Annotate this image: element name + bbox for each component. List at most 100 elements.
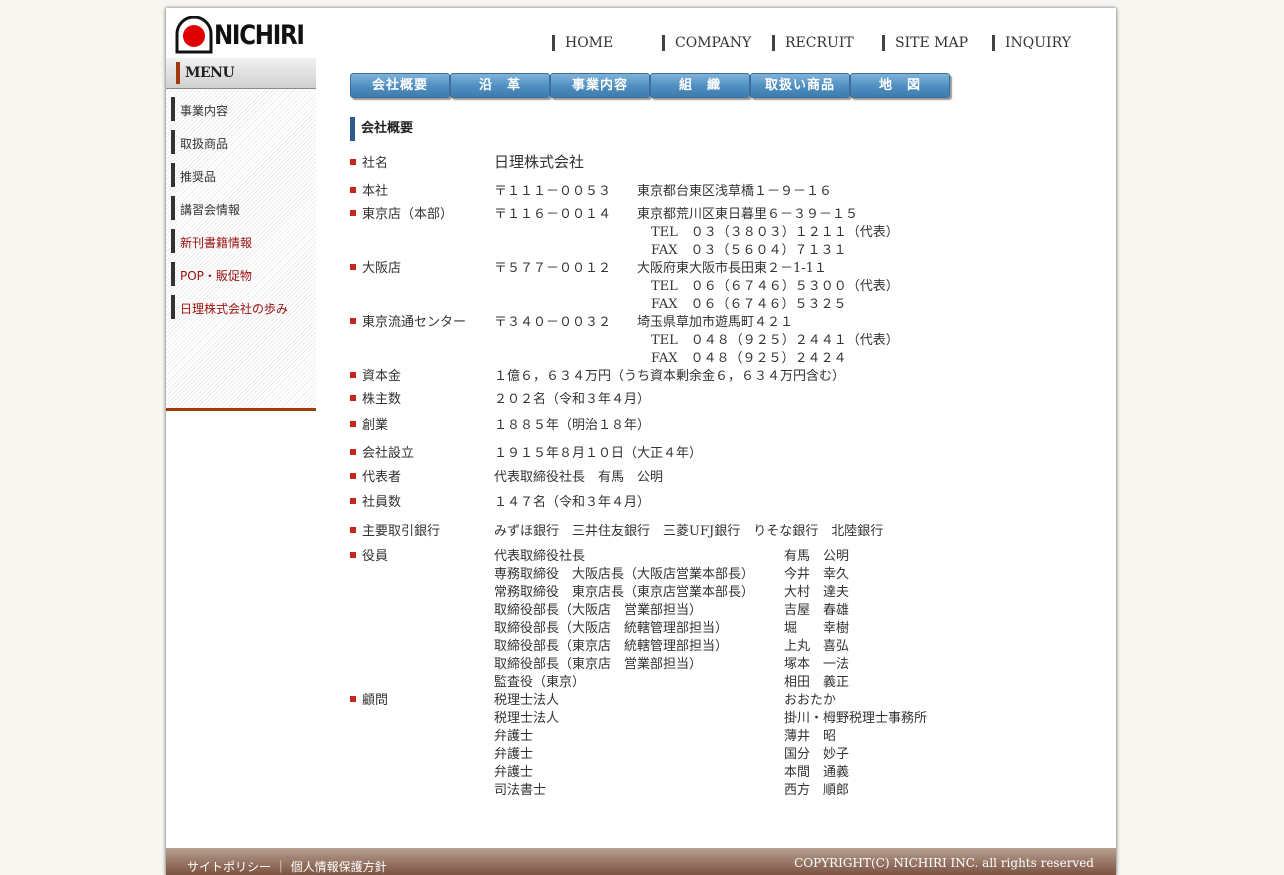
tab-company-overview[interactable]: 会社概要 [350, 73, 450, 98]
info-key: 東京流通センター [362, 315, 467, 330]
sidebar-item-bar [171, 262, 175, 286]
info-key: 顧問 [362, 693, 389, 708]
bullet-marker-icon [350, 372, 356, 378]
topnav-company[interactable]: COMPANY [662, 35, 751, 51]
officer-title: 専務取締役 大阪店長（大阪店営業本部長） [494, 567, 755, 582]
officer-title: 代表取締役社長 [494, 549, 586, 564]
sidebar-item-history[interactable]: 日理株式会社の歩み [171, 295, 311, 319]
address: 大阪府東大阪市長田東２－1-1１ [637, 261, 827, 276]
info-key: 創業 [362, 418, 389, 433]
sidebar-item-label: 取扱商品 [180, 137, 229, 151]
sidebar-item-bar [171, 295, 175, 319]
address: 東京都台東区浅草橋１－９－１６ [637, 184, 833, 199]
info-value: １億６，６３４万円（うち資本剰余金６，６３４万円含む） [494, 369, 846, 384]
bullet-marker-icon [350, 696, 356, 702]
sidebar-item-bar [171, 97, 175, 121]
footer-links[interactable]: サイトポリシー ｜ 個人情報保護方針 [187, 858, 387, 875]
info-key: 代表者 [362, 470, 402, 485]
menu-accent-bar [176, 62, 180, 84]
advisor-type: 税理士法人 [494, 711, 560, 726]
sidebar-item-bar [171, 196, 175, 220]
bullet-marker-icon [350, 187, 356, 193]
bullet-marker-icon [350, 264, 356, 270]
advisor-name: 国分 妙子 [784, 747, 850, 762]
topnav-home[interactable]: HOME [552, 35, 613, 51]
info-value: １９１５年８月１０日（大正４年） [494, 446, 703, 461]
topnav-sitemap[interactable]: SITE MAP [882, 35, 968, 51]
sidebar-item-seminars[interactable]: 講習会情報 [171, 196, 311, 220]
advisor-type: 弁護士 [494, 729, 534, 744]
nichiri-logo[interactable]: NICHIRI [174, 15, 305, 54]
tab-organization[interactable]: 組 織 [650, 73, 750, 98]
sidebar-item-new-books[interactable]: 新刊書籍情報 [171, 229, 311, 253]
sidebar-item-label: POP・販促物 [180, 269, 252, 283]
info-value: ２０２名（令和３年４月） [494, 392, 651, 407]
copyright: COPYRIGHT(C) NICHIRI INC. all rights res… [794, 856, 1094, 870]
officer-name: 今井 幸久 [784, 567, 850, 582]
sidebar-item-label: 事業内容 [180, 104, 229, 118]
sidebar-menu-header: MENU [166, 58, 316, 89]
officer-title: 取締役部長（東京店 営業部担当） [494, 657, 703, 672]
advisor-name: おおたか [784, 693, 837, 708]
advisor-name: 掛川・栂野税理士事務所 [784, 711, 928, 726]
topnav-recruit[interactable]: RECRUIT [772, 35, 854, 51]
info-key: 社名 [362, 156, 389, 171]
bullet-marker-icon [350, 318, 356, 324]
sidebar-item-label: 講習会情報 [180, 203, 241, 217]
info-key: 主要取引銀行 [362, 524, 441, 539]
officer-name: 塚本 一法 [784, 657, 850, 672]
officer-name: 吉屋 春雄 [784, 603, 850, 618]
info-key: 大阪店 [362, 261, 402, 276]
info-value: 日理株式会社 [494, 153, 585, 171]
info-value: １８８５年（明治１８年） [494, 418, 651, 433]
tab-history[interactable]: 沿 革 [450, 73, 550, 98]
bullet-marker-icon [350, 552, 356, 558]
bullet-marker-icon [350, 395, 356, 401]
footer: サイトポリシー ｜ 個人情報保護方針 COPYRIGHT(C) NICHIRI … [166, 848, 1116, 875]
bullet-marker-icon [350, 421, 356, 427]
info-value: １４７名（令和３年４月） [494, 495, 651, 510]
advisor-type: 司法書士 [494, 783, 547, 798]
sidebar-item-bar [171, 163, 175, 187]
info-key: 社員数 [362, 495, 402, 510]
officer-title: 監査役（東京） [494, 675, 586, 690]
officer-title: 取締役部長（大阪店 営業部担当） [494, 603, 703, 618]
advisor-name: 薄井 昭 [784, 729, 837, 744]
officer-name: 大村 達夫 [784, 585, 850, 600]
postal-code: 〒１１１－００５３ [494, 184, 612, 199]
sidebar-item-products[interactable]: 取扱商品 [171, 130, 311, 154]
sidebar-item-pop[interactable]: POP・販促物 [171, 262, 311, 286]
sidebar-item-bar [171, 130, 175, 154]
phone-line: FAX ０６（６７４６）５３２５ [651, 297, 847, 312]
phone-line: TEL ０３（３８０３）１２１１（代表） [651, 225, 899, 240]
info-key: 本社 [362, 184, 389, 199]
officer-title: 取締役部長（大阪店 統轄管理部担当） [494, 621, 729, 636]
phone-line: TEL ０６（６７４６）５３００（代表） [651, 279, 899, 294]
info-key: 資本金 [362, 369, 402, 384]
tab-map[interactable]: 地 図 [850, 73, 950, 98]
page-container: NICHIRI HOME COMPANY RECRUIT SITE MAP IN… [166, 8, 1116, 875]
bullet-marker-icon [350, 210, 356, 216]
sidebar-item-business[interactable]: 事業内容 [171, 97, 311, 121]
phone-line: TEL ０４８（９２５）２４４１（代表） [651, 333, 899, 348]
topnav-inquiry[interactable]: INQUIRY [992, 35, 1071, 51]
info-key: 東京店（本部） [362, 207, 454, 222]
postal-code: 〒５７７－００１２ [494, 261, 612, 276]
advisor-type: 弁護士 [494, 765, 534, 780]
sidebar-item-bar [171, 229, 175, 253]
advisor-name: 西方 順郎 [784, 783, 850, 798]
sidebar-item-recommended[interactable]: 推奨品 [171, 163, 311, 187]
logo-mark-icon [175, 15, 213, 54]
bullet-marker-icon [350, 527, 356, 533]
tab-business[interactable]: 事業内容 [550, 73, 650, 98]
officer-title: 取締役部長（東京店 統轄管理部担当） [494, 639, 729, 654]
phone-line: FAX ０３（５６０４）７１３１ [651, 243, 847, 258]
page-title: 会社概要 [350, 117, 413, 141]
info-value: 代表取締役社長 有馬 公明 [494, 470, 664, 485]
officer-name: 上丸 喜弘 [784, 639, 850, 654]
tab-products[interactable]: 取扱い商品 [750, 73, 850, 98]
info-key: 役員 [362, 549, 389, 564]
sidebar-item-label: 日理株式会社の歩み [180, 302, 289, 316]
advisor-type: 税理士法人 [494, 693, 560, 708]
logo-text: NICHIRI [214, 20, 305, 51]
